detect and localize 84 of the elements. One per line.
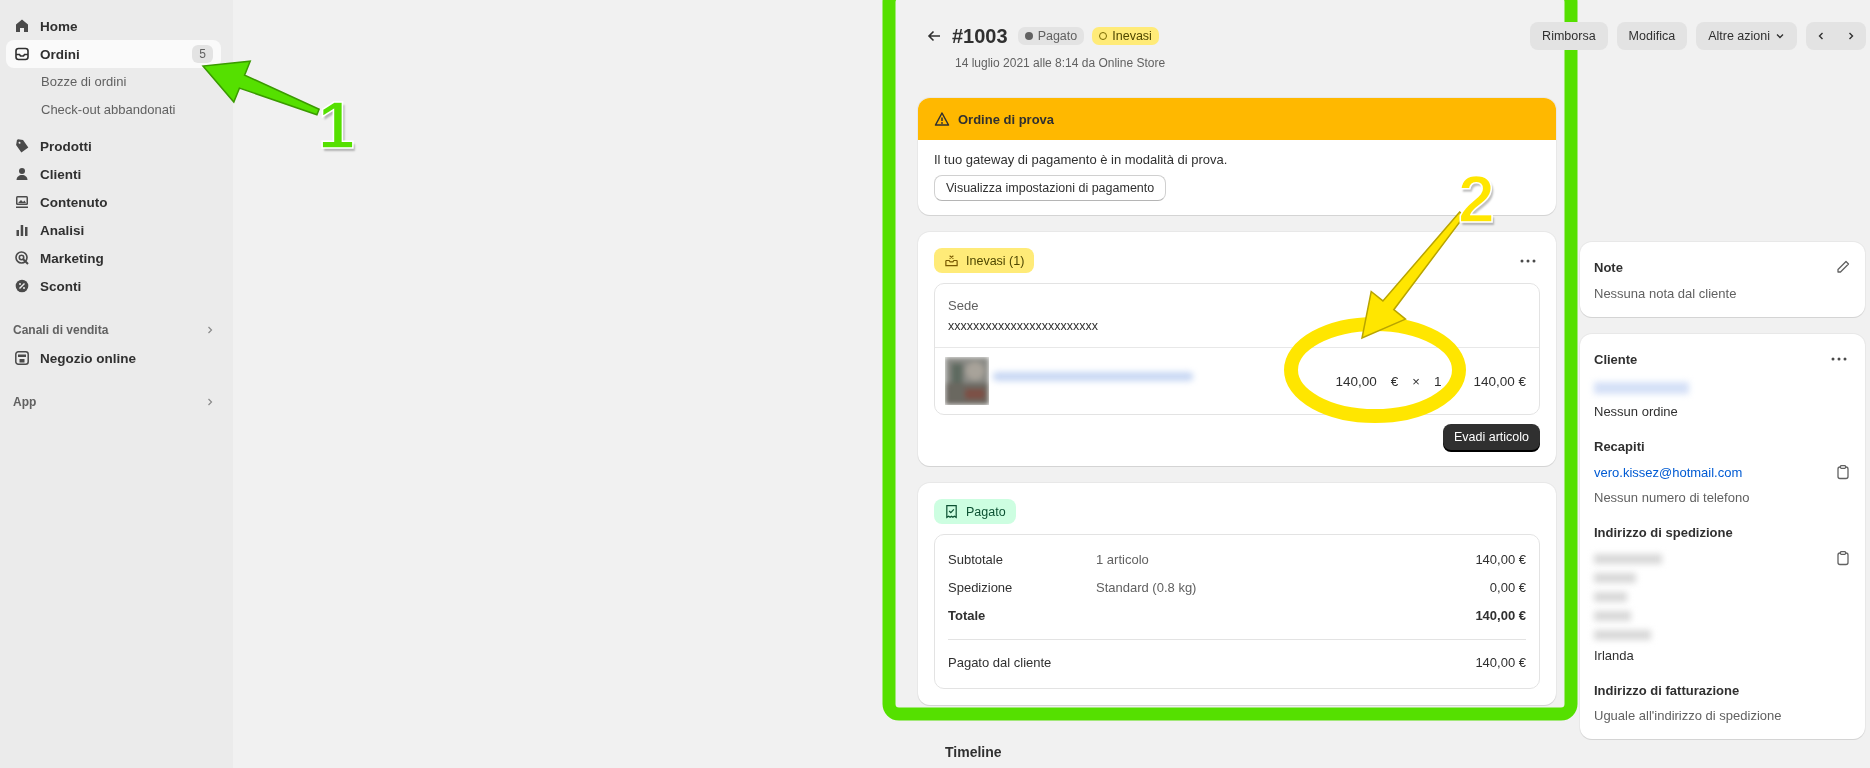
section-title: Indirizzo di spedizione: [1594, 525, 1734, 540]
tag-icon: [14, 138, 30, 154]
location-label: Sede: [948, 298, 980, 313]
action-button[interactable]: Modifica: [1616, 22, 1688, 50]
nav-item[interactable]: Negozio online: [6, 344, 221, 372]
nav-item[interactable]: Clienti: [6, 160, 221, 188]
clipboard-icon[interactable]: [1835, 464, 1851, 480]
person-icon: [14, 166, 30, 182]
line-total: 140,00 €: [1473, 373, 1526, 389]
email-link[interactable]: vero.kissez@hotmail.com: [1594, 464, 1743, 480]
store-icon: [14, 350, 30, 366]
unit-price: 140,00: [1335, 373, 1377, 389]
order-title: #1003: [952, 24, 1008, 48]
section-header[interactable]: App: [6, 388, 221, 416]
summary-label: Pagato dal cliente: [948, 654, 1053, 670]
redacted-text: [1594, 554, 1663, 564]
billing-text: Uguale all'indirizzo di spedizione: [1594, 708, 1783, 723]
redacted-text: [1594, 573, 1636, 583]
nav-item[interactable]: Contenuto: [6, 188, 221, 216]
summary-amount: 140,00 €: [1475, 551, 1526, 567]
nav-subitem[interactable]: Bozze di ordini: [6, 68, 135, 96]
nav-item[interactable]: Ordini 5: [6, 40, 221, 68]
status-badge: Inevasi: [1092, 27, 1159, 45]
banner-message: Il tuo gateway di pagamento è in modalità di prova.: [934, 152, 1229, 167]
inbox-icon: [14, 46, 30, 62]
pencil-icon[interactable]: [1835, 259, 1851, 275]
section-title: Recapiti: [1594, 439, 1646, 454]
more-icon[interactable]: [1520, 258, 1536, 263]
content-icon: [14, 194, 30, 210]
nav-item[interactable]: Sconti: [6, 272, 221, 300]
target-icon: [14, 250, 30, 266]
summary-amount: 140,00 €: [1475, 654, 1526, 670]
quantity: 1: [1433, 373, 1442, 389]
bars-icon: [14, 222, 30, 238]
nav-item[interactable]: Analisi: [6, 216, 221, 244]
clipboard-icon[interactable]: [1835, 550, 1851, 566]
order-count: Nessun ordine: [1594, 404, 1679, 419]
chevron-right-icon: [205, 325, 215, 335]
status-badge: Inevasi (1): [934, 248, 1035, 273]
section-header[interactable]: Canali di vendita: [6, 316, 221, 344]
phone-text: Nessun numero di telefono: [1594, 490, 1751, 505]
action-button[interactable]: Altre azioni: [1696, 22, 1797, 50]
payment-settings-button[interactable]: Visualizza impostazioni di pagamento: [934, 175, 1167, 201]
redacted-text: [1594, 592, 1627, 602]
nav-item[interactable]: Prodotti: [6, 132, 221, 160]
order-date: 14 luglio 2021 alle 8:14 da Online Store: [955, 56, 1166, 70]
status-badge: Pagato: [934, 499, 1016, 524]
location-name: xxxxxxxxxxxxxxxxxxxxxxxx: [948, 319, 1099, 333]
section-title: Timeline: [945, 744, 1003, 760]
summary-amount: 0,00 €: [1489, 579, 1526, 595]
action-button[interactable]: Rimborsa: [1530, 22, 1608, 50]
nav-item[interactable]: Home: [6, 12, 221, 40]
card-title: Cliente: [1594, 351, 1638, 367]
discount-icon: [14, 278, 30, 294]
summary-amount: 140,00 €: [1475, 607, 1526, 623]
warning-icon: [934, 111, 950, 127]
note-text: Nessuna nota dal cliente: [1594, 286, 1738, 301]
country-text: Irlanda: [1594, 648, 1635, 663]
more-icon[interactable]: [1831, 357, 1847, 361]
status-badge: Pagato: [1017, 27, 1085, 45]
chevron-left-icon: [1816, 31, 1826, 41]
summary-detail: 1 articolo: [1096, 551, 1149, 567]
caret-icon: [1775, 31, 1785, 41]
card-title: Note: [1594, 259, 1623, 275]
count-badge: 5: [192, 45, 213, 63]
summary-label: Subtotale: [948, 551, 1004, 567]
currency: €: [1390, 373, 1399, 389]
nav-item[interactable]: Marketing: [6, 244, 221, 272]
callout-number: 2: [1458, 166, 1495, 232]
summary-label: Spedizione: [948, 579, 1014, 595]
section-title: Indirizzo di fatturazione: [1594, 683, 1741, 698]
redacted-text: [1594, 630, 1652, 640]
fulfill-button[interactable]: Evadi articolo: [1442, 424, 1540, 450]
banner-title: Ordine di prova: [958, 111, 1055, 127]
arrow-left-icon: [926, 28, 942, 44]
redacted-text: [1594, 611, 1632, 621]
summary-detail: Standard (0.8 kg): [1096, 579, 1197, 595]
nav-subitem[interactable]: Check-out abbandonati: [6, 96, 184, 124]
summary-label: Totale: [948, 607, 987, 623]
multiply-sign: ×: [1412, 373, 1420, 389]
callout-number: 1: [318, 92, 355, 158]
chevron-right-icon: [205, 397, 215, 407]
chevron-right-icon: [1846, 31, 1856, 41]
home-icon: [14, 18, 30, 34]
